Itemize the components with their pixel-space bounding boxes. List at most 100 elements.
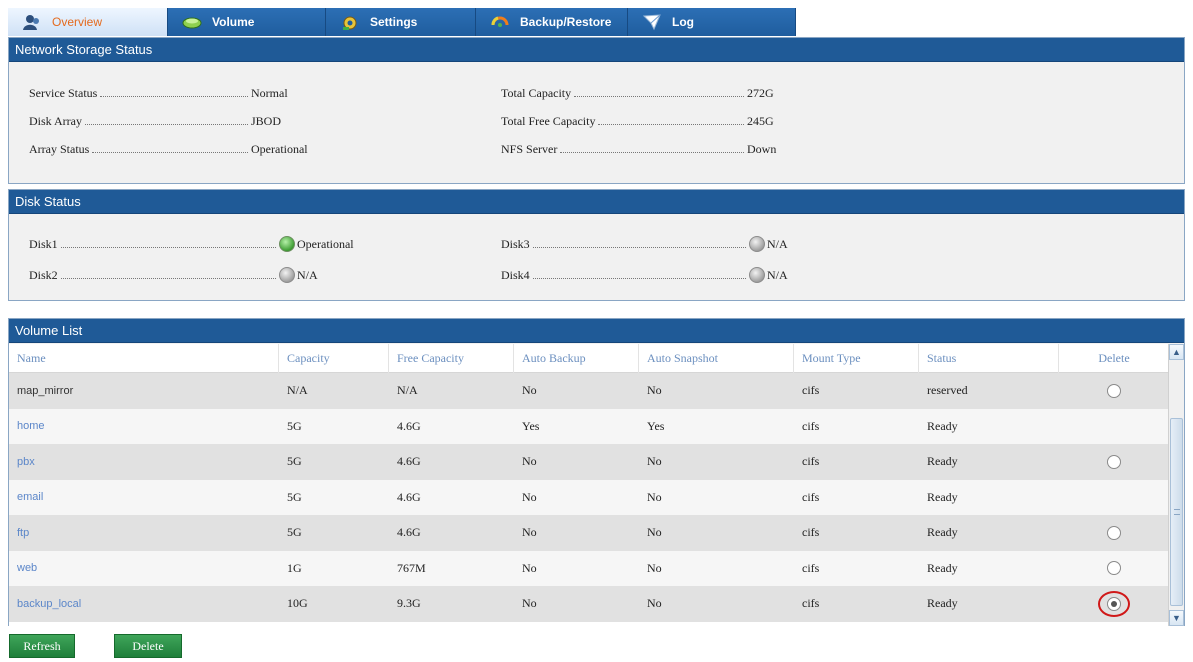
column-header-free-capacity[interactable]: Free Capacity <box>389 344 514 373</box>
volume-mount-type: cifs <box>802 418 820 433</box>
volume-name-link[interactable]: web <box>9 562 279 574</box>
tab-overview[interactable]: Overview <box>8 8 168 36</box>
settings-icon <box>340 13 360 31</box>
volume-status: Ready <box>927 525 958 540</box>
disk1-value: Operational <box>297 236 354 251</box>
table-row: map_mirror N/A N/A No No cifs reserved <box>9 373 1169 409</box>
table-row: email 5G 4.6G No No cifs Ready <box>9 479 1169 515</box>
delete-radio[interactable] <box>1107 525 1121 540</box>
volume-table-body: map_mirror N/A N/A No No cifs reserved h… <box>9 373 1169 622</box>
delete-radio[interactable] <box>1107 454 1121 469</box>
volume-name: map_mirror <box>17 384 74 397</box>
volume-auto-snapshot: No <box>647 383 662 398</box>
main-tab-bar: Overview Volume Settings Backup/Restore … <box>8 8 796 36</box>
delete-cell <box>1059 561 1169 576</box>
scroll-up-arrow-icon[interactable]: ▲ <box>1169 344 1184 360</box>
table-row: home 5G 4.6G Yes Yes cifs Ready <box>9 408 1169 444</box>
volume-table-header-row: Name Capacity Free Capacity Auto Backup … <box>9 344 1169 373</box>
scrollbar-thumb[interactable] <box>1170 418 1183 606</box>
tab-backup-restore[interactable]: Backup/Restore <box>476 8 628 36</box>
table-row: pbx 5G 4.6G No No cifs Ready <box>9 444 1169 480</box>
column-header-auto-backup[interactable]: Auto Backup <box>514 344 639 373</box>
volume-name-link[interactable]: email <box>9 491 279 503</box>
volume-auto-backup: Yes <box>522 418 540 433</box>
delete-cell <box>1059 525 1169 540</box>
volume-name-link[interactable]: ftp <box>9 527 279 539</box>
refresh-button[interactable]: Refresh <box>9 634 75 658</box>
disk1-row: Disk1 Operational <box>29 234 369 254</box>
volume-status: Ready <box>927 454 958 469</box>
disk2-status-indicator-icon <box>279 267 295 283</box>
tab-log-label: Log <box>672 15 694 29</box>
network-storage-status-panel: Network Storage Status Service Status No… <box>8 37 1185 184</box>
volume-auto-snapshot: No <box>647 596 662 611</box>
volume-capacity: N/A <box>287 383 308 398</box>
volume-status: Ready <box>927 596 958 611</box>
volume-auto-backup: No <box>522 525 537 540</box>
volume-name-link[interactable]: pbx <box>9 456 279 468</box>
column-header-mount-type[interactable]: Mount Type <box>794 344 919 373</box>
volume-name-link[interactable]: home <box>9 420 279 432</box>
disk3-label: Disk3 <box>501 236 530 251</box>
disk1-label: Disk1 <box>29 236 58 251</box>
volume-mount-type: cifs <box>802 560 820 575</box>
column-header-name[interactable]: Name <box>9 344 279 373</box>
disk2-label: Disk2 <box>29 267 58 282</box>
disk-array-row: Disk Array JBOD <box>29 111 319 131</box>
column-header-auto-snapshot[interactable]: Auto Snapshot <box>639 344 794 373</box>
total-free-capacity-value: 245G <box>747 113 774 128</box>
disk4-label: Disk4 <box>501 267 530 282</box>
delete-cell <box>1059 590 1169 617</box>
column-header-capacity[interactable]: Capacity <box>279 344 389 373</box>
volume-mount-type: cifs <box>802 596 820 611</box>
column-header-delete[interactable]: Delete <box>1059 344 1169 373</box>
total-free-capacity-label: Total Free Capacity <box>501 113 596 128</box>
volume-name-link[interactable]: backup_local <box>9 598 279 610</box>
disk4-value: N/A <box>767 267 788 282</box>
delete-button[interactable]: Delete <box>114 634 182 658</box>
volume-capacity: 1G <box>287 560 302 575</box>
disk-icon <box>182 13 202 31</box>
volume-status: Ready <box>927 418 958 433</box>
volume-free-capacity: 9.3G <box>397 596 421 611</box>
tab-settings[interactable]: Settings <box>326 8 476 36</box>
volume-auto-backup: No <box>522 383 537 398</box>
volume-auto-backup: No <box>522 596 537 611</box>
volume-list-header: Volume List <box>9 319 1184 343</box>
service-status-label: Service Status <box>29 85 98 100</box>
volume-capacity: 10G <box>287 596 308 611</box>
disk2-row: Disk2 N/A <box>29 265 369 285</box>
user-icon <box>22 13 42 31</box>
disk2-value: N/A <box>297 267 318 282</box>
volume-free-capacity: 4.6G <box>397 418 421 433</box>
table-row: web 1G 767M No No cifs Ready <box>9 550 1169 586</box>
volume-table-scrollbar[interactable]: ▲ ▼ <box>1168 344 1184 626</box>
volume-table: Name Capacity Free Capacity Auto Backup … <box>9 344 1169 626</box>
service-status-row: Service Status Normal <box>29 83 319 103</box>
volume-capacity: 5G <box>287 418 302 433</box>
scroll-down-arrow-icon[interactable]: ▼ <box>1169 610 1184 626</box>
disk4-status-indicator-icon <box>749 267 765 283</box>
disk-array-label: Disk Array <box>29 113 82 128</box>
nfs-server-label: NFS Server <box>501 141 558 156</box>
volume-list-panel: Volume List Name Capacity Free Capacity … <box>8 318 1185 626</box>
network-storage-status-header: Network Storage Status <box>9 38 1184 62</box>
volume-free-capacity: 4.6G <box>397 525 421 540</box>
tab-log[interactable]: Log <box>628 8 796 36</box>
delete-radio[interactable] <box>1107 561 1121 576</box>
nfs-server-value: Down <box>747 141 777 156</box>
total-capacity-row: Total Capacity 272G <box>501 83 791 103</box>
disk-status-header: Disk Status <box>9 190 1184 214</box>
tab-volume[interactable]: Volume <box>168 8 326 36</box>
disk3-row: Disk3 N/A <box>501 234 801 254</box>
volume-status: reserved <box>927 383 968 398</box>
delete-radio[interactable] <box>1107 383 1121 398</box>
volume-mount-type: cifs <box>802 525 820 540</box>
volume-capacity: 5G <box>287 525 302 540</box>
column-header-status[interactable]: Status <box>919 344 1059 373</box>
volume-status: Ready <box>927 560 958 575</box>
disk3-value: N/A <box>767 236 788 251</box>
table-row: ftp 5G 4.6G No No cifs Ready <box>9 515 1169 551</box>
tab-backup-restore-label: Backup/Restore <box>520 15 612 29</box>
delete-radio-selected[interactable] <box>1107 596 1121 611</box>
